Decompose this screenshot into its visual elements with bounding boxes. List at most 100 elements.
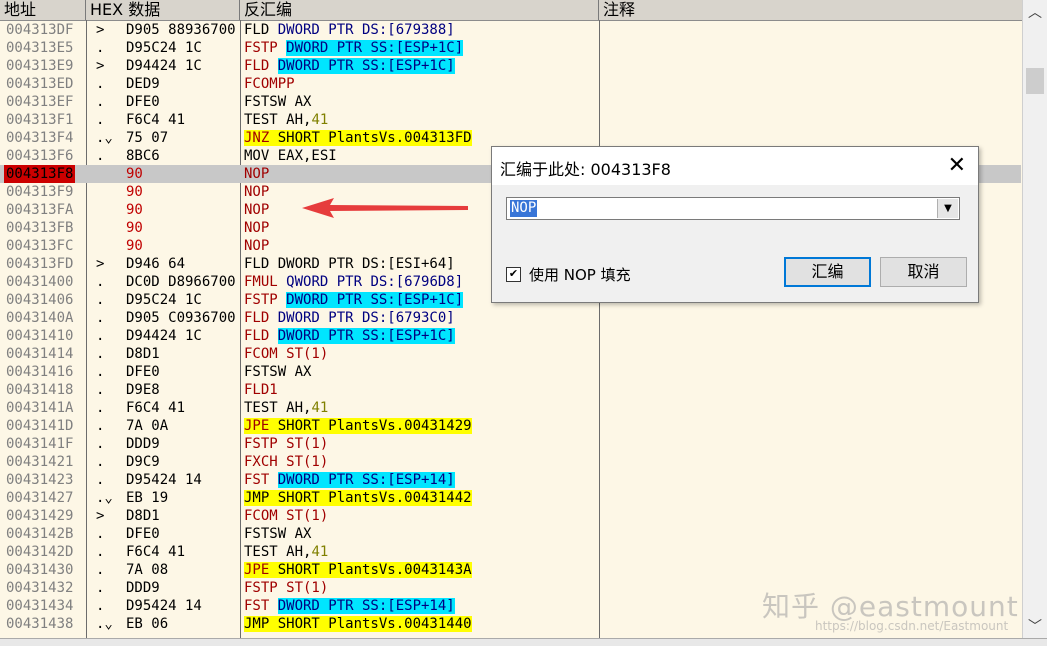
- table-row[interactable]: 0043142D. F6C4 41 TEST AH,41: [0, 543, 1021, 561]
- scroll-thumb[interactable]: [1026, 68, 1044, 94]
- row-hex: D946 64: [126, 256, 186, 272]
- row-disasm: FSTSW AX: [244, 93, 311, 111]
- table-row[interactable]: 0043141D. 7A 0A JPE SHORT PlantsVs.0043142…: [0, 417, 1021, 435]
- assemble-input-value[interactable]: NOP: [510, 200, 538, 217]
- nop-fill-checkbox[interactable]: ✔: [506, 266, 521, 282]
- row-disasm: MOV EAX,ESI: [244, 147, 337, 165]
- row-hex: 90: [126, 184, 143, 200]
- row-address: 00431400: [6, 274, 74, 290]
- row-hex: DDD9: [126, 580, 160, 596]
- table-row[interactable]: 0043141F. DDD9 FSTP ST(1): [0, 435, 1021, 453]
- row-jump-marker: .: [96, 436, 105, 452]
- disasm-token: FCOM ST(1): [244, 346, 329, 362]
- header-address[interactable]: 地址: [0, 0, 86, 20]
- table-row[interactable]: 004313ED. DED9 FCOMPP: [0, 75, 1021, 93]
- row-address: 0043140A: [6, 310, 74, 326]
- disasm-token: TEST AH,: [244, 544, 312, 560]
- disasm-token: DWORD PTR SS:[ESP+1C]: [277, 58, 455, 74]
- disasm-token: FCOMPP: [244, 76, 295, 92]
- row-disasm: FSTSW AX: [244, 363, 311, 381]
- vertical-scrollbar[interactable]: ︿ ﹀: [1022, 0, 1047, 638]
- row-jump-marker: .: [96, 310, 105, 326]
- scroll-down-icon[interactable]: ﹀: [1028, 616, 1042, 636]
- row-jump-marker: .: [96, 526, 105, 542]
- row-hex: F6C4 41: [126, 544, 186, 560]
- row-disasm: NOP: [244, 219, 269, 237]
- row-jump-marker: .: [96, 40, 105, 56]
- row-hex: 90: [126, 220, 143, 236]
- table-row[interactable]: 004313E5. D95C24 1C FSTP DWORD PTR SS:[ESP…: [0, 39, 1021, 57]
- row-jump-marker: .: [96, 400, 105, 416]
- table-row[interactable]: 0043142B. DFE0 FSTSW AX: [0, 525, 1021, 543]
- table-row[interactable]: 00431416. DFE0 FSTSW AX: [0, 363, 1021, 381]
- row-disasm: FST DWORD PTR SS:[ESP+14]: [244, 471, 455, 489]
- cancel-button[interactable]: 取消: [880, 257, 967, 287]
- assemble-button[interactable]: 汇编: [784, 257, 871, 287]
- table-row[interactable]: 00431418. D9E8 FLD1: [0, 381, 1021, 399]
- disasm-token: FLD: [244, 58, 278, 74]
- disasm-token: TEST AH,: [244, 112, 312, 128]
- row-hex: 90: [126, 238, 143, 254]
- row-disasm: FCOM ST(1): [244, 345, 328, 363]
- table-row[interactable]: 00431427 .⌄ EB 19 JMP SHORT PlantsVs.004314…: [0, 489, 1021, 507]
- table-row[interactable]: 004313E9 > D94424 1C FLD DWORD PTR SS:[ESP+…: [0, 57, 1021, 75]
- row-address: 00431416: [6, 364, 74, 380]
- table-row[interactable]: 00431414. D8D1 FCOM ST(1): [0, 345, 1021, 363]
- row-jump-marker: .⌄: [96, 616, 113, 632]
- row-hex: D95C24 1C: [126, 292, 202, 308]
- table-row[interactable]: 00431421. D9C9 FXCH ST(1): [0, 453, 1021, 471]
- red-arrow-icon: [302, 198, 468, 218]
- disasm-token: DWORD PTR SS:[ESP+1C]: [286, 292, 464, 308]
- header-comment[interactable]: 注释: [599, 0, 1023, 20]
- disasm-token: NOP: [244, 238, 270, 254]
- table-row[interactable]: 004313EF. DFE0 FSTSW AX: [0, 93, 1021, 111]
- disasm-token: JNZ: [244, 130, 270, 146]
- table-row[interactable]: 0043140A. D905 C0936700 FLD DWORD PTR DS:[…: [0, 309, 1021, 327]
- row-hex: 90: [126, 202, 143, 218]
- scroll-up-icon[interactable]: ︿: [1028, 2, 1042, 22]
- row-jump-marker: .: [96, 382, 105, 398]
- disasm-token: NOP: [244, 202, 270, 218]
- chevron-down-icon[interactable]: ▼: [937, 199, 958, 218]
- disasm-token: FSTP: [244, 40, 287, 56]
- table-row[interactable]: 004313F1. F6C4 41 TEST AH,41: [0, 111, 1021, 129]
- disasm-token: FLD1: [244, 382, 278, 398]
- column-header: 地址 HEX 数据 反汇编 注释: [0, 0, 1023, 21]
- row-address: 0043141F: [6, 436, 74, 452]
- row-hex: DFE0: [126, 94, 160, 110]
- row-hex: D8D1: [126, 508, 160, 524]
- row-hex: EB 06: [126, 616, 169, 632]
- row-hex: D95424 14: [126, 598, 202, 614]
- disasm-token: JMP SHORT PlantsVs.00431440: [244, 616, 472, 632]
- row-disasm: JPE SHORT PlantsVs.00431429: [244, 417, 472, 435]
- close-icon[interactable]: ✕: [948, 153, 966, 178]
- row-hex: D905 C0936700: [126, 310, 236, 326]
- row-address: 00431421: [6, 454, 74, 470]
- row-hex: D94424 1C: [126, 328, 202, 344]
- table-row[interactable]: 00431423. D95424 14 FST DWORD PTR SS:[ESP+…: [0, 471, 1021, 489]
- header-disasm[interactable]: 反汇编: [240, 0, 599, 20]
- disasm-token: DWORD PTR SS:[ESP+14]: [277, 598, 455, 614]
- row-jump-marker: .: [96, 544, 105, 560]
- disasm-token: TEST AH,: [244, 400, 312, 416]
- row-jump-marker: .: [96, 328, 105, 344]
- table-row[interactable]: 004313DF > D905 88936700 FLD DWORD PTR DS:[…: [0, 21, 1021, 39]
- table-row[interactable]: 00431410. D94424 1C FLD DWORD PTR SS:[ESP+…: [0, 327, 1021, 345]
- disasm-token: DWORD PTR SS:[ESP+14]: [277, 472, 455, 488]
- disasm-token: FMUL: [244, 274, 287, 290]
- row-address: 004313E9: [6, 58, 74, 74]
- nop-fill-option[interactable]: ✔ 使用 NOP 填充: [506, 264, 631, 284]
- assemble-input-combo[interactable]: NOP ▼: [506, 197, 960, 220]
- disasm-token: SHORT PlantsVs.004313FD: [269, 130, 472, 146]
- row-jump-marker: .: [96, 274, 105, 290]
- row-address: 004313F6: [6, 148, 74, 164]
- table-row[interactable]: 00431429 > D8D1 FCOM ST(1): [0, 507, 1021, 525]
- table-row[interactable]: 00431430. 7A 08 JPE SHORT PlantsVs.0043143…: [0, 561, 1021, 579]
- header-hex[interactable]: HEX 数据: [86, 0, 240, 20]
- row-disasm: JMP SHORT PlantsVs.00431440: [244, 615, 472, 633]
- table-row[interactable]: 0043141A. F6C4 41 TEST AH,41: [0, 399, 1021, 417]
- row-hex: D9E8: [126, 382, 160, 398]
- table-row[interactable]: 004313F4 .⌄ 75 07 JNZ SHORT PlantsVs.004313…: [0, 129, 1021, 147]
- row-disasm: NOP: [244, 201, 269, 219]
- row-address: 00431406: [6, 292, 74, 308]
